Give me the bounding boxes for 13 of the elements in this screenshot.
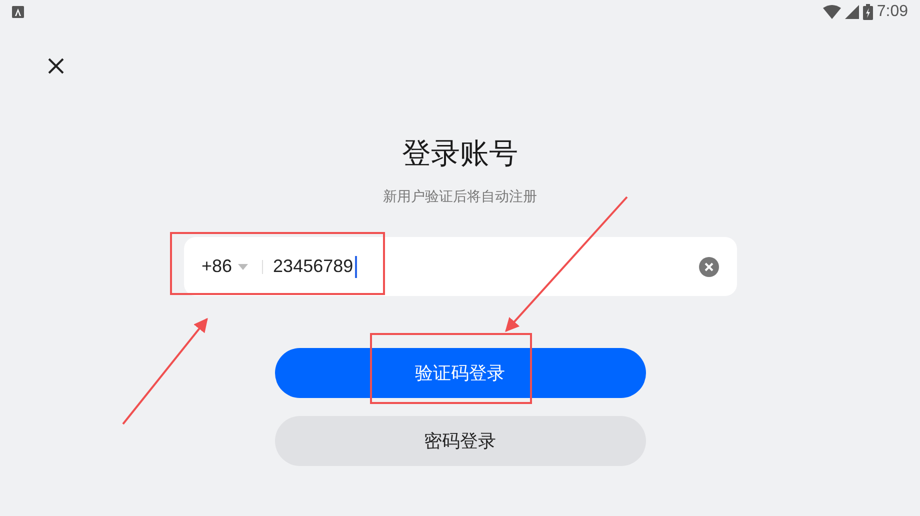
status-time: 7:09 xyxy=(876,3,908,21)
page-title: 登录账号 xyxy=(402,135,518,172)
clear-button[interactable] xyxy=(698,256,718,276)
password-login-button[interactable]: 密码登录 xyxy=(274,416,646,466)
battery-charging-icon xyxy=(862,4,873,20)
sms-login-button[interactable]: 验证码登录 xyxy=(274,348,646,398)
subtitle: 新用户验证后将自动注册 xyxy=(383,188,537,207)
app-notification-icon xyxy=(12,6,24,18)
phone-field[interactable]: +86 23456789 xyxy=(184,237,736,296)
country-code-dropdown[interactable]: +86 xyxy=(202,256,248,277)
wifi-icon xyxy=(822,5,841,19)
caret-icon xyxy=(238,264,248,270)
signal-icon xyxy=(844,5,859,19)
